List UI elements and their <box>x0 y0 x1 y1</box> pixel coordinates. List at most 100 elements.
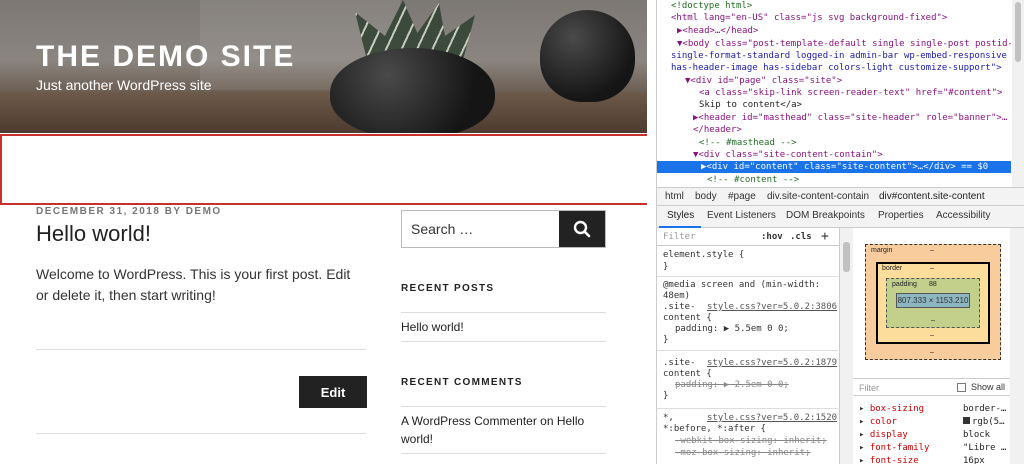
padding-top-value[interactable]: 88 <box>929 281 937 288</box>
rule-selector-cont[interactable]: content { <box>663 313 712 324</box>
computed-value: "Libre … <box>963 443 1007 453</box>
post-meta[interactable]: DECEMBER 31, 2018 BY DEMO <box>36 206 222 217</box>
computed-prop[interactable]: ▸ display <box>859 430 908 440</box>
dom-line[interactable]: <!-- #content --> <box>707 174 799 186</box>
post-title[interactable]: Hello world! <box>36 221 151 247</box>
padding-bottom-value[interactable]: – <box>931 317 935 324</box>
dom-line[interactable]: <!doctype html> <box>671 0 752 12</box>
value-text: rgb(5… <box>972 417 1005 427</box>
crumb-body[interactable]: body <box>695 191 717 202</box>
rule-source-link[interactable]: style.css?ver=5.0.2:3806 <box>707 302 837 313</box>
dom-line[interactable]: ▶<head>…</head> <box>677 25 758 37</box>
inspected-element-highlight <box>0 134 647 205</box>
divider <box>401 312 606 313</box>
dom-line[interactable]: ▼<body class="post-template-default sing… <box>677 38 1011 50</box>
rule-close: } <box>663 335 669 345</box>
box-model-margin: margin – – border – – padding 88 – 807.3… <box>865 244 1001 360</box>
recent-post-link[interactable]: Hello world! <box>401 318 601 336</box>
computed-prop[interactable]: ▸ box-sizing <box>859 404 924 414</box>
dom-line[interactable]: ▶<header id="masthead" class="site-heade… <box>693 112 1007 124</box>
tab-accessibility[interactable]: Accessibility <box>936 210 990 221</box>
tab-styles[interactable]: Styles <box>667 210 694 221</box>
margin-bottom-value[interactable]: – <box>930 349 934 356</box>
rule-close: } <box>663 262 669 272</box>
styles-filter-bar: Filter :hov .cls + <box>657 228 839 246</box>
dom-line[interactable]: Skip to content</a> <box>699 99 802 111</box>
divider <box>401 406 606 407</box>
rule-selector-cont[interactable]: *:before, *:after { <box>663 424 766 435</box>
dom-line[interactable]: </header> <box>693 124 742 136</box>
rule-declaration-overridden[interactable]: -webkit-box-sizing: inherit; <box>675 436 827 447</box>
crumb-content[interactable]: div#content.site-content <box>879 191 985 202</box>
rule-source-link[interactable]: style.css?ver=5.0.2:1879 <box>707 358 837 369</box>
header-image: THE DEMO SITE Just another WordPress sit… <box>0 0 647 133</box>
dom-scrollbar[interactable] <box>1012 0 1024 187</box>
cls-toggle[interactable]: .cls <box>790 232 812 242</box>
hero-table-surface <box>0 92 647 133</box>
rule-declaration[interactable]: padding: ▶ 5.5em 0 0; <box>675 324 789 335</box>
rule-declaration-overridden[interactable]: -moz-box-sizing: inherit; <box>675 448 810 459</box>
prop-name: display <box>869 430 908 440</box>
prop-name: box-sizing <box>869 404 925 414</box>
dom-line[interactable]: ▼<div class="site-content-contain"> <box>693 149 883 161</box>
crumb-page[interactable]: #page <box>728 191 756 202</box>
divider <box>36 433 366 434</box>
rule-selector[interactable]: .site- <box>663 302 696 313</box>
rule-divider <box>657 408 838 409</box>
tab-event-listeners[interactable]: Event Listeners <box>707 210 776 221</box>
margin-top-value[interactable]: – <box>930 247 934 254</box>
recent-comment-link[interactable]: A WordPress Commenter on Hello world! <box>401 412 601 448</box>
site-title[interactable]: THE DEMO SITE <box>36 40 295 74</box>
breadcrumb: html body #page div.site-content-contain… <box>657 187 1024 206</box>
dom-line[interactable]: <!-- #masthead --> <box>699 137 797 149</box>
prop-name: font-family <box>869 443 930 453</box>
search-button[interactable] <box>559 211 605 247</box>
element-style[interactable]: element.style { <box>663 250 744 261</box>
dom-line[interactable]: ▶<div id="content" class="site-content">… <box>701 161 988 173</box>
box-model-padding: padding 88 – 807.333 × 1153.210 <box>886 278 980 328</box>
tab-properties[interactable]: Properties <box>878 210 924 221</box>
computed-value: block <box>963 430 991 440</box>
computed-filter-input[interactable]: Filter <box>859 383 879 393</box>
rule-selector[interactable]: .site- <box>663 358 696 369</box>
hov-toggle[interactable]: :hov <box>761 232 783 242</box>
search-input[interactable]: Search … <box>402 211 559 247</box>
computed-prop[interactable]: ▸ font-family <box>859 443 929 453</box>
border-bottom-value[interactable]: – <box>930 332 934 339</box>
post-content: Welcome to WordPress. This is your first… <box>36 266 351 303</box>
dom-tree[interactable]: <!doctype html> <html lang="en-US" class… <box>657 0 1011 187</box>
new-rule-button[interactable]: + <box>821 229 829 244</box>
dom-selected-line[interactable]: ▶<div id="content" class="site-content">… <box>657 161 1011 173</box>
crumb-html[interactable]: html <box>665 191 684 202</box>
color-swatch[interactable] <box>963 417 970 424</box>
styles-scrollbar[interactable] <box>840 228 853 464</box>
divider <box>401 341 606 342</box>
edit-button[interactable]: Edit <box>299 376 367 408</box>
rule-close: } <box>663 391 669 401</box>
rule-divider <box>657 276 838 277</box>
box-model-content-size[interactable]: 807.333 × 1153.210 <box>896 293 970 308</box>
crumb-site-content-contain[interactable]: div.site-content-contain <box>767 191 869 202</box>
search-form: Search … <box>401 210 606 248</box>
dom-line[interactable]: <a class="skip-link screen-reader-text" … <box>699 87 1002 99</box>
scroll-thumb[interactable] <box>1015 2 1021 62</box>
dom-line[interactable]: has-header-image has-sidebar colors-ligh… <box>671 62 1002 74</box>
styles-pane: Filter :hov .cls + element.style { } @me… <box>657 228 840 464</box>
computed-scrollbar[interactable] <box>1010 228 1024 464</box>
show-all-checkbox[interactable] <box>957 383 966 392</box>
dom-line[interactable]: single-format-standard logged-in admin-b… <box>671 50 1007 62</box>
rule-selector[interactable]: *, <box>663 413 674 424</box>
tab-dom-breakpoints[interactable]: DOM Breakpoints <box>786 210 865 221</box>
divider <box>36 349 366 350</box>
computed-prop[interactable]: ▸ color <box>859 417 897 427</box>
rule-declaration-overridden[interactable]: padding: ▶ 2.5em 0 0; <box>675 380 789 391</box>
rule-source-link[interactable]: style.css?ver=5.0.2:1520 <box>707 413 837 424</box>
computed-prop[interactable]: ▸ font-size <box>859 456 919 464</box>
border-top-value[interactable]: – <box>930 265 934 272</box>
dom-line[interactable]: <html lang="en-US" class="js svg backgro… <box>671 12 947 24</box>
rule-selector-cont[interactable]: content { <box>663 369 712 380</box>
styles-filter-input[interactable]: Filter <box>663 232 696 242</box>
scroll-thumb[interactable] <box>843 242 850 272</box>
show-all-label: Show all <box>971 382 1006 392</box>
dom-line[interactable]: ▼<div id="page" class="site"> <box>685 75 842 87</box>
